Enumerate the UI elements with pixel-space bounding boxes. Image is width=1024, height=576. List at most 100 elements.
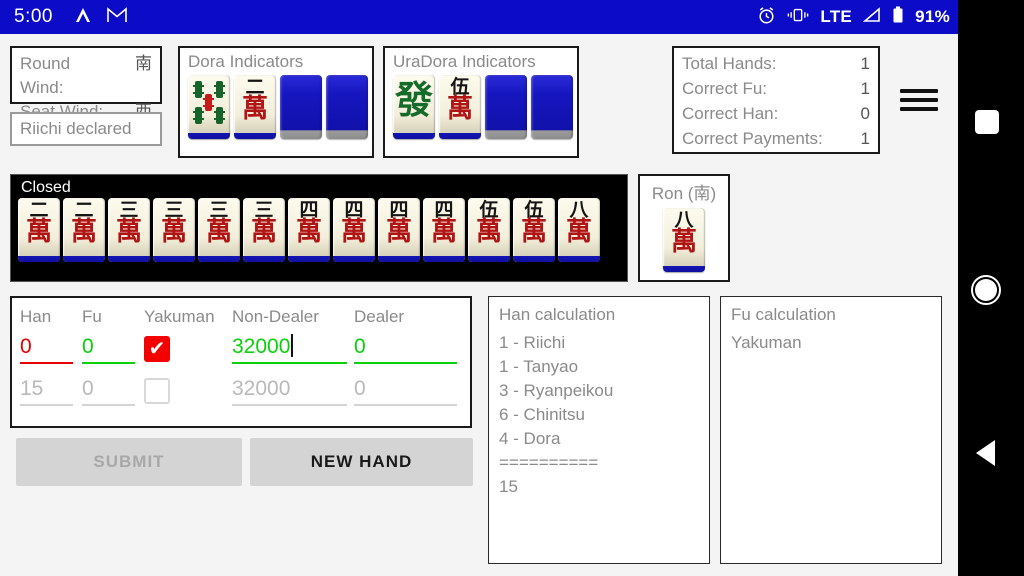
hand-tile[interactable]: 八萬 [558,198,600,262]
tile-suit: 萬 [340,217,367,247]
stat-label: Correct Han: [682,104,779,123]
han-calculation-panel: Han calculation 1 - Riichi 1 - Tanyao 3 … [488,296,710,564]
stat-value: 0 [860,104,870,123]
text-cursor [291,334,294,357]
tile-suit: 萬 [295,217,322,247]
fu-calculation-title: Fu calculation [731,305,836,324]
riichi-declared-label: Riichi declared [20,119,132,138]
new-hand-button[interactable]: NEW HAND [250,438,473,486]
yakuman-answer-checkbox [144,378,170,404]
status-bar-clock: 5:00 [14,6,53,27]
tile-suit: 萬 [446,94,473,124]
dora-indicators-panel: Dora Indicators 二 萬 [178,46,374,158]
submit-button[interactable]: SUBMIT [16,438,242,486]
round-wind-value: 南 [135,54,152,73]
network-type-label: LTE [820,7,853,26]
header-yakuman: Yakuman [144,307,215,326]
hand-tile[interactable]: 三萬 [153,198,195,262]
han-calculation-separator: ========== [499,453,599,472]
vibrate-icon [787,7,809,27]
screen: 5:00 LTE 91% Round Wind: 南 Riichi declar… [0,0,1024,576]
dealer-input[interactable]: 0 [354,334,458,364]
score-entry-panel: Han Fu Yakuman Non-Dealer Dealer 0 0 ✔ 3… [10,296,472,428]
fu-calculation-line: Yakuman [731,333,802,352]
round-wind-row: Round Wind: 南 [20,52,152,100]
non-dealer-answer: 32000 [232,376,347,406]
battery-icon [892,6,904,28]
hand-tile-row: 二萬 二萬 三萬 三萬 三萬 三萬 四萬 四萬 四萬 四萬 伍萬 伍萬 八萬 [11,198,627,262]
tile-suit: 萬 [160,217,187,247]
status-bar: 5:00 LTE 91% [0,0,958,34]
header-non-dealer: Non-Dealer [232,307,319,326]
round-wind-label: Round Wind: [20,54,71,97]
hand-tile[interactable]: 三萬 [198,198,240,262]
stat-row-correct-payments: Correct Payments: 1 [682,126,870,151]
tile-suit: 萬 [205,217,232,247]
dora-tile-facedown [326,75,368,139]
uradora-tile-facedown [485,75,527,139]
battery-percent-label: 91% [915,7,950,26]
gmail-icon [107,7,127,27]
hand-tile[interactable]: 伍萬 [468,198,510,262]
signal-icon [862,7,881,27]
recents-square-icon[interactable] [975,110,999,134]
hand-tile[interactable]: 三萬 [243,198,285,262]
tile-suit: 萬 [430,217,457,247]
stat-label: Correct Payments: [682,129,823,148]
stat-label: Correct Fu: [682,79,768,98]
app-content: Round Wind: 南 Seat Wind: 西 Riichi declar… [0,34,958,576]
hand-tile[interactable]: 二萬 [18,198,60,262]
fu-calculation-panel: Fu calculation Yakuman [720,296,942,564]
yakuman-checkbox[interactable]: ✔ [144,336,170,362]
ron-title: Ron (南) [651,184,717,203]
android-navigation-bar [958,0,1024,576]
dealer-answer: 0 [354,376,458,406]
uradora-indicators-panel: UraDora Indicators 發 伍 萬 [383,46,579,158]
stat-row-correct-han: Correct Han: 0 [682,101,870,126]
dora-tile-5-sou [188,75,230,139]
tile-suit: 萬 [670,227,697,257]
stat-label: Total Hands: [682,54,777,73]
stat-row-total-hands: Total Hands: 1 [682,51,870,76]
stat-value: 1 [860,79,870,98]
uradora-tile-strip: 發 伍 萬 [385,72,577,139]
uradora-indicators-title: UraDora Indicators [393,52,536,71]
hand-tile[interactable]: 四萬 [378,198,420,262]
non-dealer-value: 32000 [232,335,291,358]
fu-answer: 0 [82,376,136,406]
han-calculation-total: 15 [499,477,518,496]
non-dealer-input[interactable]: 32000 [232,334,347,364]
dora-tile-strip: 二 萬 [180,72,372,139]
dora-tile-2-man: 二 萬 [234,75,276,139]
back-triangle-icon[interactable] [976,440,995,466]
header-dealer: Dealer [354,307,405,326]
han-input[interactable]: 0 [20,334,74,364]
hand-tile[interactable]: 四萬 [288,198,330,262]
stat-value: 1 [860,129,870,148]
hand-tile[interactable]: 四萬 [423,198,465,262]
han-calculation-line: 6 - Chinitsu [499,405,585,424]
statistics-panel: Total Hands: 1 Correct Fu: 1 Correct Han… [672,46,880,154]
dora-indicators-title: Dora Indicators [188,52,304,71]
dora-tile-facedown [280,75,322,139]
hand-tile[interactable]: 二萬 [63,198,105,262]
hand-tile[interactable]: 四萬 [333,198,375,262]
uradora-tile-facedown [531,75,573,139]
han-calculation-line: 3 - Ryanpeikou [499,381,614,400]
tile-suit: 萬 [241,94,268,124]
hand-tile[interactable]: 伍萬 [513,198,555,262]
hand-state-label: Closed [21,179,71,196]
hand-tile[interactable]: 三萬 [108,198,150,262]
uradora-tile-5-man: 伍 萬 [439,75,481,139]
han-calculation-title: Han calculation [499,305,616,324]
hamburger-menu-icon[interactable] [900,86,938,114]
tile-suit: 萬 [520,217,547,247]
stat-row-correct-fu: Correct Fu: 1 [682,76,870,101]
tile-suit: 萬 [115,217,142,247]
closed-hand-panel: Closed 二萬 二萬 三萬 三萬 三萬 三萬 四萬 四萬 四萬 四萬 伍萬 … [10,174,628,282]
han-calculation-line: 1 - Riichi [499,333,566,352]
han-calculation-line: 4 - Dora [499,429,561,448]
ron-panel: Ron (南) 八 萬 [638,174,730,282]
fu-input[interactable]: 0 [82,334,136,364]
home-circle-icon[interactable] [971,275,1001,305]
